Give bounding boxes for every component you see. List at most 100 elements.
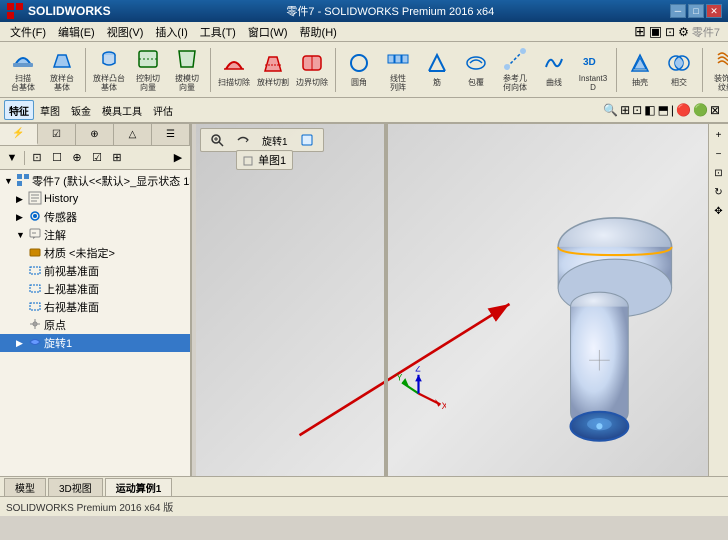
tree-item-annotation-label: 注解	[44, 227, 66, 243]
panel-tool-2[interactable]: ☐	[48, 149, 66, 167]
tree-item-annotation[interactable]: ▼ 注解	[0, 226, 190, 244]
panel-tab-dimxpert[interactable]: △	[114, 124, 152, 145]
panel-tab-feature[interactable]: ⚡	[0, 124, 38, 145]
tab-motion1[interactable]: 运动算例1	[105, 478, 173, 496]
tab-model[interactable]: 模型	[4, 478, 46, 496]
toolbar-area: 扫描台基体 放样台基体 放样凸台基体 控制切向量	[0, 42, 728, 124]
window-controls[interactable]: ─ □ ✕	[670, 4, 722, 18]
color-icon2[interactable]: 🟢	[693, 103, 708, 117]
tree-material-icon	[28, 245, 44, 262]
menu-tools[interactable]: 工具(T)	[194, 22, 242, 42]
toolbar-icon-3[interactable]: ⊡	[665, 25, 675, 39]
status-bar: SOLIDWORKS Premium 2016 x64 版	[0, 496, 728, 516]
linear-pattern-button[interactable]: 线性列阵	[379, 46, 417, 94]
rt-zoom-out[interactable]: −	[710, 145, 728, 163]
color-icon1[interactable]: 🔴	[676, 103, 691, 117]
search-icon[interactable]: 🔍	[603, 103, 618, 117]
rib-button[interactable]: 筋	[418, 46, 456, 94]
vp-btn-rotate[interactable]	[231, 131, 255, 149]
tree-root[interactable]: ▼ 零件7 (默认<<默认>_显示状态 1>)	[0, 172, 190, 190]
menu-view[interactable]: 视图(V)	[101, 22, 150, 42]
window-title: 零件7 - SOLIDWORKS Premium 2016 x64	[111, 3, 670, 19]
panel-tabs: ⚡ ☑ ⊕ △ ☰	[0, 124, 190, 146]
filter-icon[interactable]: ▼	[3, 149, 21, 167]
tab-sketch[interactable]: 草图	[35, 100, 65, 120]
minimize-button[interactable]: ─	[670, 4, 686, 18]
view-icon1[interactable]: ⊞	[620, 103, 630, 117]
linear-pattern-icon	[386, 47, 410, 74]
menu-window[interactable]: 窗口(W)	[242, 22, 294, 42]
rt-rotate[interactable]: ↻	[710, 183, 728, 201]
tree-item-history[interactable]: ▶ History	[0, 190, 190, 208]
boundary-cut-button[interactable]: 边界切除	[293, 46, 331, 94]
tree-item-sensor[interactable]: ▶ 传感器	[0, 208, 190, 226]
curves-button[interactable]: 曲线	[535, 46, 573, 94]
tree-item-top-plane[interactable]: 上视基准面	[0, 280, 190, 298]
menu-bar: 文件(F) 编辑(E) 视图(V) 插入(I) 工具(T) 窗口(W) 帮助(H…	[0, 22, 728, 42]
vp-btn-view-label[interactable]: 旋转1	[257, 131, 293, 149]
shell-button[interactable]: 抽壳	[621, 46, 659, 94]
tree-top-plane-icon	[28, 281, 44, 298]
view-icon2[interactable]: ⊡	[632, 103, 642, 117]
tab-mold[interactable]: 模具工具	[97, 100, 147, 120]
tree-item-material[interactable]: 材质 <未指定>	[0, 244, 190, 262]
sep4	[616, 48, 617, 92]
thread-button[interactable]: 装饰螺纹线	[707, 46, 728, 94]
loft-boss-button[interactable]: 放样凸台基体	[90, 46, 128, 94]
vp-btn-display[interactable]	[295, 131, 319, 149]
tab-3dview[interactable]: 3D视图	[48, 478, 103, 496]
ref-geom-button[interactable]: 参考几何向体	[496, 46, 534, 94]
draft-cut-label: 拔模切向量	[175, 75, 199, 93]
menu-file[interactable]: 文件(F)	[4, 22, 52, 42]
intersect-button[interactable]: 相交	[660, 46, 698, 94]
toolbar-icon-2[interactable]: ▣	[649, 23, 662, 40]
toolbar-icon-4[interactable]: ⚙	[678, 25, 689, 39]
loft-cut-button[interactable]: 放样切割	[254, 46, 292, 94]
wrap-button[interactable]: 包覆	[457, 46, 495, 94]
circle-button[interactable]: 圆角	[340, 46, 378, 94]
draft-cut-button[interactable]: 拔模切向量	[168, 46, 206, 94]
color-icon3[interactable]: ⊠	[710, 103, 720, 117]
menu-help[interactable]: 帮助(H)	[294, 22, 343, 42]
close-button[interactable]: ✕	[706, 4, 722, 18]
scan-base-button[interactable]: 扫描台基体	[4, 46, 42, 94]
panel-tool-4[interactable]: ☑	[88, 149, 106, 167]
tree-item-right-plane[interactable]: 右视基准面	[0, 298, 190, 316]
panel-tab-property[interactable]: ☑	[38, 124, 76, 145]
tree-sensor-icon	[28, 209, 44, 226]
rt-fit[interactable]: ⊡	[710, 164, 728, 182]
control-cut-button[interactable]: 控制切向量	[129, 46, 167, 94]
menu-insert[interactable]: 插入(I)	[149, 22, 193, 42]
menu-edit[interactable]: 编辑(E)	[52, 22, 101, 42]
tree-item-revolve1[interactable]: ▶ 旋转1	[0, 334, 190, 352]
scan-cut-button[interactable]: 扫描切除	[215, 46, 253, 94]
panel-tab-config[interactable]: ⊕	[76, 124, 114, 145]
panel-tool-expand[interactable]: ▶	[169, 149, 187, 167]
tree-item-front-plane[interactable]: 前视基准面	[0, 262, 190, 280]
rt-zoom-in[interactable]: +	[710, 126, 728, 144]
panel-tab-appearance[interactable]: ☰	[152, 124, 190, 145]
panel-tool-1[interactable]: ⊡	[28, 149, 46, 167]
view-icon4[interactable]: ⬒	[658, 103, 669, 117]
rt-pan[interactable]: ✥	[710, 202, 728, 220]
toolbar-group-more: 圆角 线性列阵 筋 包覆	[340, 46, 612, 94]
panel-resize-handle[interactable]	[384, 124, 388, 476]
toolbar-icon-1[interactable]: ⊞	[634, 23, 646, 40]
tree-revolve1-icon	[28, 335, 44, 352]
tab-evaluate[interactable]: 评估	[148, 100, 178, 120]
panel-tool-3[interactable]: ⊕	[68, 149, 86, 167]
tab-features[interactable]: 特征	[4, 100, 34, 120]
instant3d-button[interactable]: 3D Instant3D	[574, 46, 612, 94]
boundary-cut-label: 边界切除	[296, 79, 328, 88]
view-icon3[interactable]: ◧	[644, 103, 655, 117]
maximize-button[interactable]: □	[688, 4, 704, 18]
sep3	[335, 48, 336, 92]
sep5	[702, 48, 703, 92]
panel-tool-5[interactable]: ⊞	[108, 149, 126, 167]
circle-label: 圆角	[351, 79, 367, 88]
loft-base-button[interactable]: 放样台基体	[43, 46, 81, 94]
tab-sheetmetal[interactable]: 钣金	[66, 100, 96, 120]
curves-icon	[542, 51, 566, 78]
tree-item-origin[interactable]: 原点	[0, 316, 190, 334]
vp-btn-zoom[interactable]	[205, 131, 229, 149]
